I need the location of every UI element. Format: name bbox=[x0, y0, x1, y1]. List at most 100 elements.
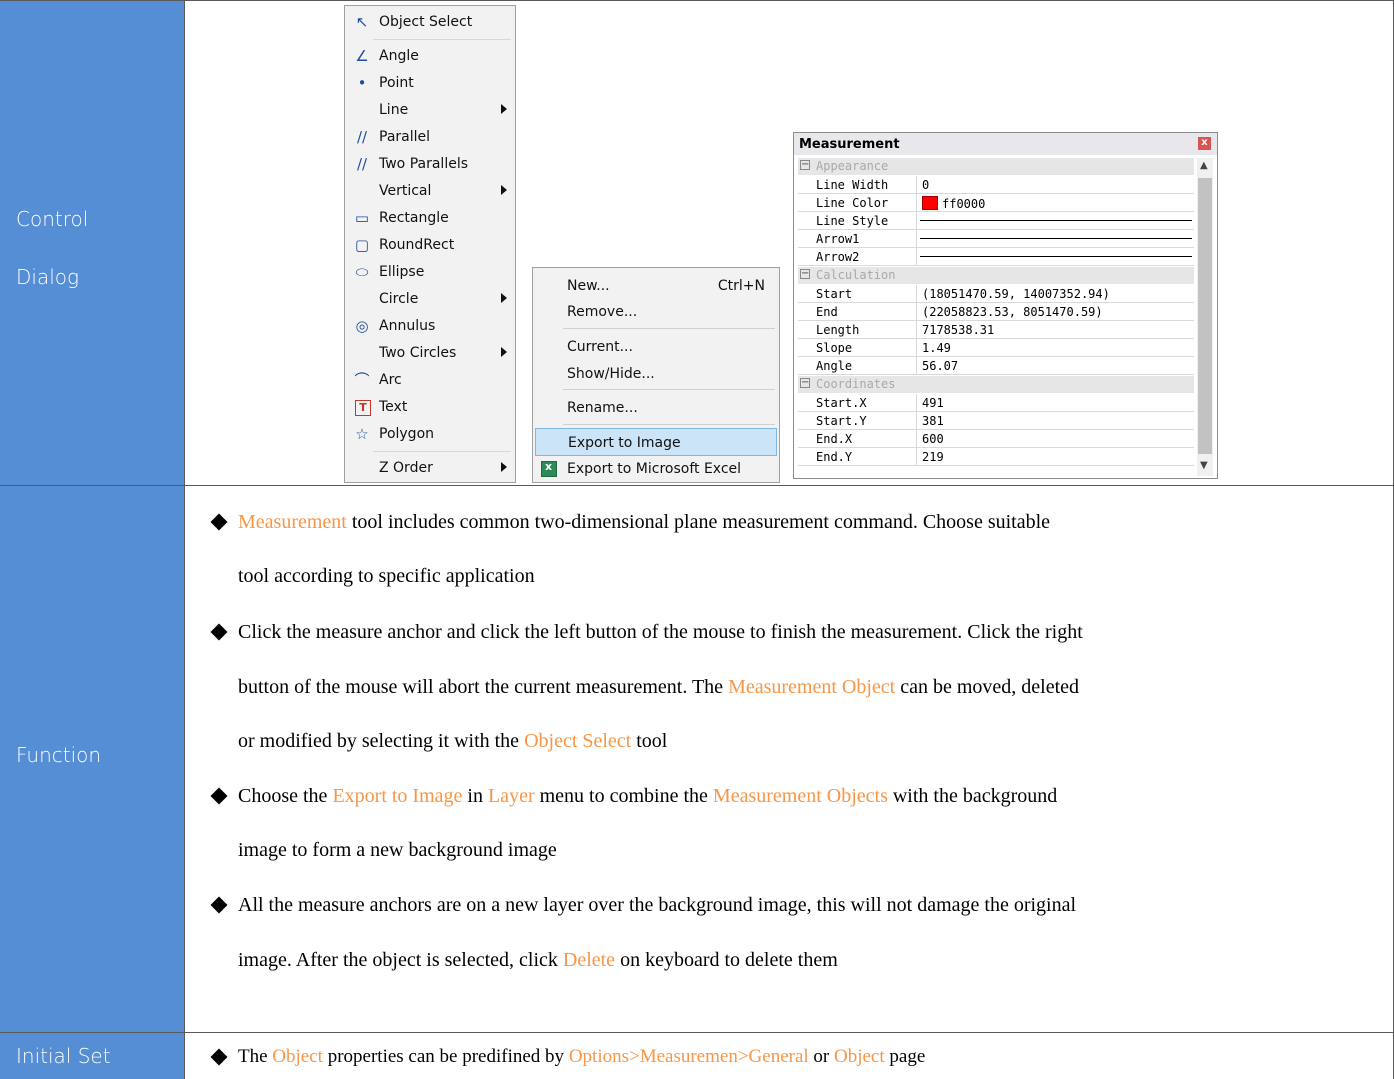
measurement-context-menu: ↖ Object Select ∠ Angle • Point Line ∕∕ … bbox=[344, 5, 516, 483]
label-function: Function bbox=[16, 743, 102, 767]
property-row[interactable]: Slope 1.49 bbox=[798, 339, 1194, 357]
function-line: or modified by selecting it with the Obj… bbox=[238, 730, 668, 752]
excel-icon bbox=[541, 460, 557, 477]
menu-item-parallel[interactable]: ∕∕ Parallel bbox=[345, 125, 515, 151]
category-calculation[interactable]: − Calculation bbox=[798, 267, 1194, 284]
menu-item-angle[interactable]: ∠ Angle bbox=[345, 44, 515, 70]
label-cell-control: Control Dialog bbox=[0, 0, 184, 485]
menu-item-export-to-image[interactable]: Export to Image bbox=[535, 428, 777, 456]
rectangle-icon: ▭ bbox=[354, 209, 370, 227]
property-row[interactable]: Start.X 491 bbox=[798, 394, 1194, 412]
menu-item-z-order[interactable]: Z Order bbox=[345, 456, 515, 482]
chevron-up-icon[interactable]: ▲ bbox=[1200, 160, 1208, 171]
menu-item-circle[interactable]: Circle bbox=[345, 287, 515, 313]
dialog-title: Measurement bbox=[799, 137, 900, 152]
property-row[interactable]: Start (18051470.59, 14007352.94) bbox=[798, 285, 1194, 303]
collapse-icon[interactable]: − bbox=[800, 269, 810, 279]
function-line: Measurement tool includes common two-dim… bbox=[238, 511, 1051, 533]
table-border bbox=[0, 0, 1394, 1]
parallel-icon: ∕∕ bbox=[356, 128, 368, 146]
label-cell-function: Function bbox=[0, 486, 184, 1032]
function-line: tool according to specific application bbox=[238, 565, 535, 587]
arrow-style-preview bbox=[920, 238, 1192, 239]
menu-separator bbox=[563, 424, 775, 425]
annulus-icon: ◎ bbox=[355, 317, 369, 335]
polygon-icon: ☆ bbox=[355, 425, 369, 443]
bullet-diamond-icon bbox=[210, 513, 228, 531]
ellipse-icon: ⬭ bbox=[355, 263, 369, 281]
label-initial: Initial Set bbox=[16, 1044, 111, 1068]
color-swatch bbox=[922, 196, 938, 210]
menu-item-two-parallels[interactable]: ∕∕ Two Parallels bbox=[345, 152, 515, 178]
chevron-down-icon[interactable]: ▼ bbox=[1200, 460, 1208, 471]
scrollbar-thumb[interactable] bbox=[1198, 178, 1212, 454]
bullet-diamond-icon bbox=[210, 896, 228, 914]
line-style-preview bbox=[920, 220, 1192, 221]
two-parallels-icon: ∕∕ bbox=[356, 155, 368, 173]
menu-item-rectangle[interactable]: ▭ Rectangle bbox=[345, 206, 515, 232]
bullet-diamond-icon bbox=[210, 1048, 228, 1066]
label-cell-initial: Initial Set bbox=[0, 1033, 184, 1079]
property-row[interactable]: Line Color ff0000 bbox=[798, 194, 1194, 212]
table-border bbox=[0, 485, 1394, 486]
close-icon[interactable]: x bbox=[1198, 137, 1211, 150]
menu-item-line[interactable]: Line bbox=[345, 98, 515, 124]
menu-separator bbox=[563, 328, 775, 329]
function-line: Click the measure anchor and click the l… bbox=[238, 621, 1083, 643]
category-appearance[interactable]: − Appearance bbox=[798, 158, 1194, 175]
vertical-scrollbar[interactable]: ▲ ▼ bbox=[1197, 158, 1213, 476]
property-row[interactable]: Arrow2 bbox=[798, 248, 1194, 266]
menu-separator bbox=[373, 451, 511, 452]
function-line: image to form a new background image bbox=[238, 839, 557, 861]
menu-item-arc[interactable]: ⌒ Arc bbox=[345, 368, 515, 394]
submenu-arrow-icon bbox=[501, 104, 507, 114]
label-control-line1: Control bbox=[16, 207, 89, 231]
layer-context-menu: New... Ctrl+N Remove... Current... Show/… bbox=[532, 267, 780, 483]
roundrect-icon: ▢ bbox=[354, 236, 370, 254]
property-row[interactable]: Line Width 0 bbox=[798, 176, 1194, 194]
menu-item-vertical[interactable]: Vertical bbox=[345, 179, 515, 205]
property-row[interactable]: End (22058823.53, 8051470.59) bbox=[798, 303, 1194, 321]
menu-item-show-hide[interactable]: Show/Hide... bbox=[533, 360, 779, 388]
menu-separator bbox=[373, 39, 511, 40]
category-coordinates[interactable]: − Coordinates bbox=[798, 376, 1194, 393]
menu-item-rename[interactable]: Rename... bbox=[533, 394, 779, 422]
property-row[interactable]: Line Style bbox=[798, 212, 1194, 230]
function-line: Choose the Export to Image in Layer menu… bbox=[238, 785, 1058, 807]
table-border bbox=[184, 0, 185, 1079]
menu-item-two-circles[interactable]: Two Circles bbox=[345, 341, 515, 367]
measurement-dialog: Measurement x − Appearance Line Width 0 … bbox=[793, 132, 1218, 479]
feature-table: Control Dialog Function Initial Set ↖ Ob… bbox=[0, 0, 1394, 1079]
property-row[interactable]: Angle 56.07 bbox=[798, 357, 1194, 375]
property-row[interactable]: Arrow1 bbox=[798, 230, 1194, 248]
shortcut-label: Ctrl+N bbox=[717, 278, 765, 294]
point-icon: • bbox=[357, 74, 367, 92]
menu-item-polygon[interactable]: ☆ Polygon bbox=[345, 422, 515, 448]
collapse-icon[interactable]: − bbox=[800, 378, 810, 388]
function-line: All the measure anchors are on a new lay… bbox=[238, 894, 1077, 916]
arrow-style-preview bbox=[920, 256, 1192, 257]
menu-item-new[interactable]: New... Ctrl+N bbox=[533, 272, 779, 300]
function-line: button of the mouse will abort the curre… bbox=[238, 676, 1080, 698]
menu-item-point[interactable]: • Point bbox=[345, 71, 515, 97]
arc-icon: ⌒ bbox=[354, 371, 370, 389]
menu-item-object-select[interactable]: ↖ Object Select bbox=[345, 10, 515, 36]
cursor-arrow-icon: ↖ bbox=[355, 13, 369, 31]
initial-line: The Object properties can be predifined … bbox=[238, 1046, 926, 1067]
property-row[interactable]: End.X 600 bbox=[798, 430, 1194, 448]
text-icon: T bbox=[355, 400, 371, 416]
bullet-diamond-icon bbox=[210, 623, 228, 641]
property-row[interactable]: End.Y 219 bbox=[798, 448, 1194, 466]
collapse-icon[interactable]: − bbox=[800, 160, 810, 170]
menu-item-current[interactable]: Current... bbox=[533, 333, 779, 361]
menu-item-export-to-excel[interactable]: Export to Microsoft Excel bbox=[533, 455, 779, 483]
menu-item-annulus[interactable]: ◎ Annulus bbox=[345, 314, 515, 340]
menu-item-remove[interactable]: Remove... bbox=[533, 298, 779, 326]
menu-item-roundrect[interactable]: ▢ RoundRect bbox=[345, 233, 515, 259]
property-row[interactable]: Start.Y 381 bbox=[798, 412, 1194, 430]
menu-item-ellipse[interactable]: ⬭ Ellipse bbox=[345, 260, 515, 286]
angle-icon: ∠ bbox=[355, 47, 369, 65]
property-row[interactable]: Length 7178538.31 bbox=[798, 321, 1194, 339]
menu-item-text[interactable]: T Text bbox=[345, 395, 515, 421]
submenu-arrow-icon bbox=[501, 293, 507, 303]
